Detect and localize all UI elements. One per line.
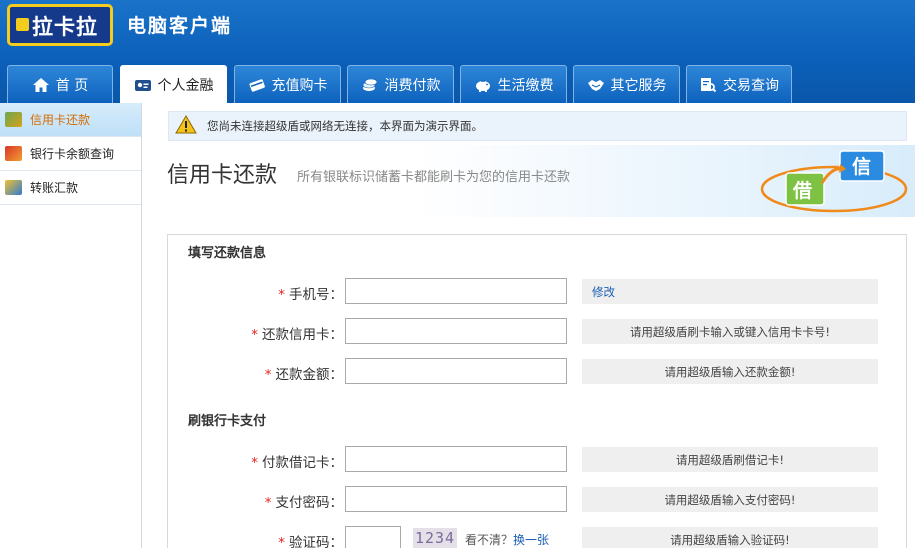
- captcha-input[interactable]: [345, 526, 401, 548]
- sidebar-item-label: 转账汇款: [30, 181, 79, 195]
- logo-mark-icon: [16, 18, 29, 31]
- sidebar-item-transfer[interactable]: 转账汇款: [0, 171, 141, 205]
- repayment-form: 填写还款信息 * 手机号： 修改 * 还款信用卡： 请用超级盾刷卡输入或键入信用卡卡…: [167, 234, 907, 548]
- required-mark: *: [251, 327, 258, 343]
- password-input[interactable]: [345, 486, 567, 512]
- tab-personal-finance[interactable]: 个人金融: [120, 65, 227, 103]
- credit-card-icon: [5, 112, 22, 127]
- tab-utility-payment[interactable]: 生活缴费: [460, 65, 567, 103]
- handshake-icon: [587, 77, 605, 93]
- tab-label: 其它服务: [610, 77, 667, 94]
- tab-recharge[interactable]: 充值购卡: [234, 65, 341, 103]
- page-subtitle: 所有银联标识储蓄卡都能刷卡为您的信用卡还款: [297, 170, 571, 185]
- offline-notice: 您尚未连接超级盾或网络无连接，本界面为演示界面。: [168, 111, 907, 141]
- card-icon: [248, 77, 266, 93]
- section-title-repayment-info: 填写还款信息: [188, 246, 267, 261]
- id-card-icon: [134, 77, 152, 93]
- coins-icon: [361, 77, 379, 93]
- captcha-label-text: 验证码：: [289, 535, 343, 548]
- tab-label: 个人金融: [157, 77, 214, 94]
- credit-card-input[interactable]: [345, 318, 567, 344]
- required-mark: *: [278, 535, 285, 548]
- sidebar: 信用卡还款 银行卡余额查询 转账汇款: [0, 103, 142, 548]
- tab-consumption-payment[interactable]: 消费付款: [347, 65, 454, 103]
- password-label-text: 支付密码：: [275, 495, 344, 511]
- tab-label: 首 页: [55, 77, 89, 94]
- piggy-bank-icon: [474, 77, 492, 93]
- page-header: 信用卡还款 所有银联标识储蓄卡都能刷卡为您的信用卡还款 借 信: [142, 145, 915, 217]
- phone-input[interactable]: [345, 278, 567, 304]
- captcha-refresh-row: 看不清？换一张: [465, 531, 549, 548]
- home-icon: [32, 77, 50, 93]
- lakala-logo: 拉卡拉: [7, 4, 113, 46]
- section-title-bank-card-payment: 刷银行卡支付: [188, 414, 267, 429]
- debit-card-label: * 付款借记卡：: [251, 451, 343, 471]
- logo-text: 拉卡拉: [32, 15, 98, 39]
- required-mark: *: [264, 367, 272, 383]
- tab-label: 充值购卡: [271, 77, 328, 94]
- credit-card-label-text: 还款信用卡：: [262, 327, 343, 343]
- app-title: 电脑客户端: [127, 15, 233, 37]
- tab-other-services[interactable]: 其它服务: [573, 65, 680, 103]
- sidebar-item-balance-query[interactable]: 银行卡余额查询: [0, 137, 141, 171]
- phone-label: * 手机号：: [278, 283, 343, 303]
- amount-hint: 请用超级盾输入还款金额!: [582, 359, 878, 384]
- page-title: 信用卡还款: [167, 163, 278, 188]
- warning-icon: [175, 115, 197, 137]
- sidebar-item-credit-card-repayment[interactable]: 信用卡还款: [0, 103, 141, 137]
- captcha-prompt: 看不清？: [465, 533, 514, 547]
- app-header: 拉卡拉 电脑客户端 首 页 个人金融 充值购卡 消费付款 生活缴费 其它服务 交…: [0, 0, 915, 103]
- sidebar-item-label: 银行卡余额查询: [30, 147, 115, 161]
- captcha-label: * 验证码：: [278, 531, 343, 548]
- tab-transaction-query[interactable]: 交易查询: [686, 65, 792, 103]
- required-mark: *: [278, 287, 285, 303]
- password-hint: 请用超级盾输入支付密码!: [582, 487, 878, 512]
- phone-label-text: 手机号：: [289, 287, 343, 303]
- phone-modify-link[interactable]: 修改: [582, 279, 878, 304]
- amount-label-text: 还款金额：: [275, 367, 344, 383]
- debit-logo-text: 借: [793, 180, 813, 202]
- password-label: * 支付密码：: [265, 491, 343, 511]
- credit-logo-text: 信: [852, 156, 872, 178]
- tab-home[interactable]: 首 页: [7, 65, 113, 103]
- debit-card-hint: 请用超级盾刷借记卡!: [582, 447, 878, 472]
- required-mark: *: [264, 495, 272, 511]
- transfer-icon: [5, 180, 22, 195]
- debit-card-label-text: 付款借记卡：: [262, 455, 343, 471]
- amount-label: * 还款金额：: [265, 363, 343, 383]
- amount-input[interactable]: [345, 358, 567, 384]
- tab-label: 消费付款: [384, 77, 441, 94]
- captcha-hint: 请用超级盾输入验证码!: [582, 527, 878, 548]
- captcha-refresh-link[interactable]: 换一张: [513, 533, 549, 547]
- sidebar-item-label: 信用卡还款: [30, 113, 91, 127]
- credit-card-hint: 请用超级盾刷卡输入或键入信用卡卡号!: [582, 319, 878, 344]
- tab-label: 生活缴费: [497, 77, 554, 94]
- captcha-image[interactable]: 1234: [413, 528, 457, 548]
- credit-card-label: * 还款信用卡：: [251, 323, 343, 343]
- debit-card-input[interactable]: [345, 446, 567, 472]
- notice-text: 您尚未连接超级盾或网络无连接，本界面为演示界面。: [207, 119, 483, 133]
- debit-to-credit-logo: 借 信: [760, 149, 908, 213]
- tab-label: 交易查询: [723, 77, 779, 94]
- required-mark: *: [251, 455, 258, 471]
- bank-card-icon: [5, 146, 22, 161]
- search-document-icon: [699, 77, 717, 93]
